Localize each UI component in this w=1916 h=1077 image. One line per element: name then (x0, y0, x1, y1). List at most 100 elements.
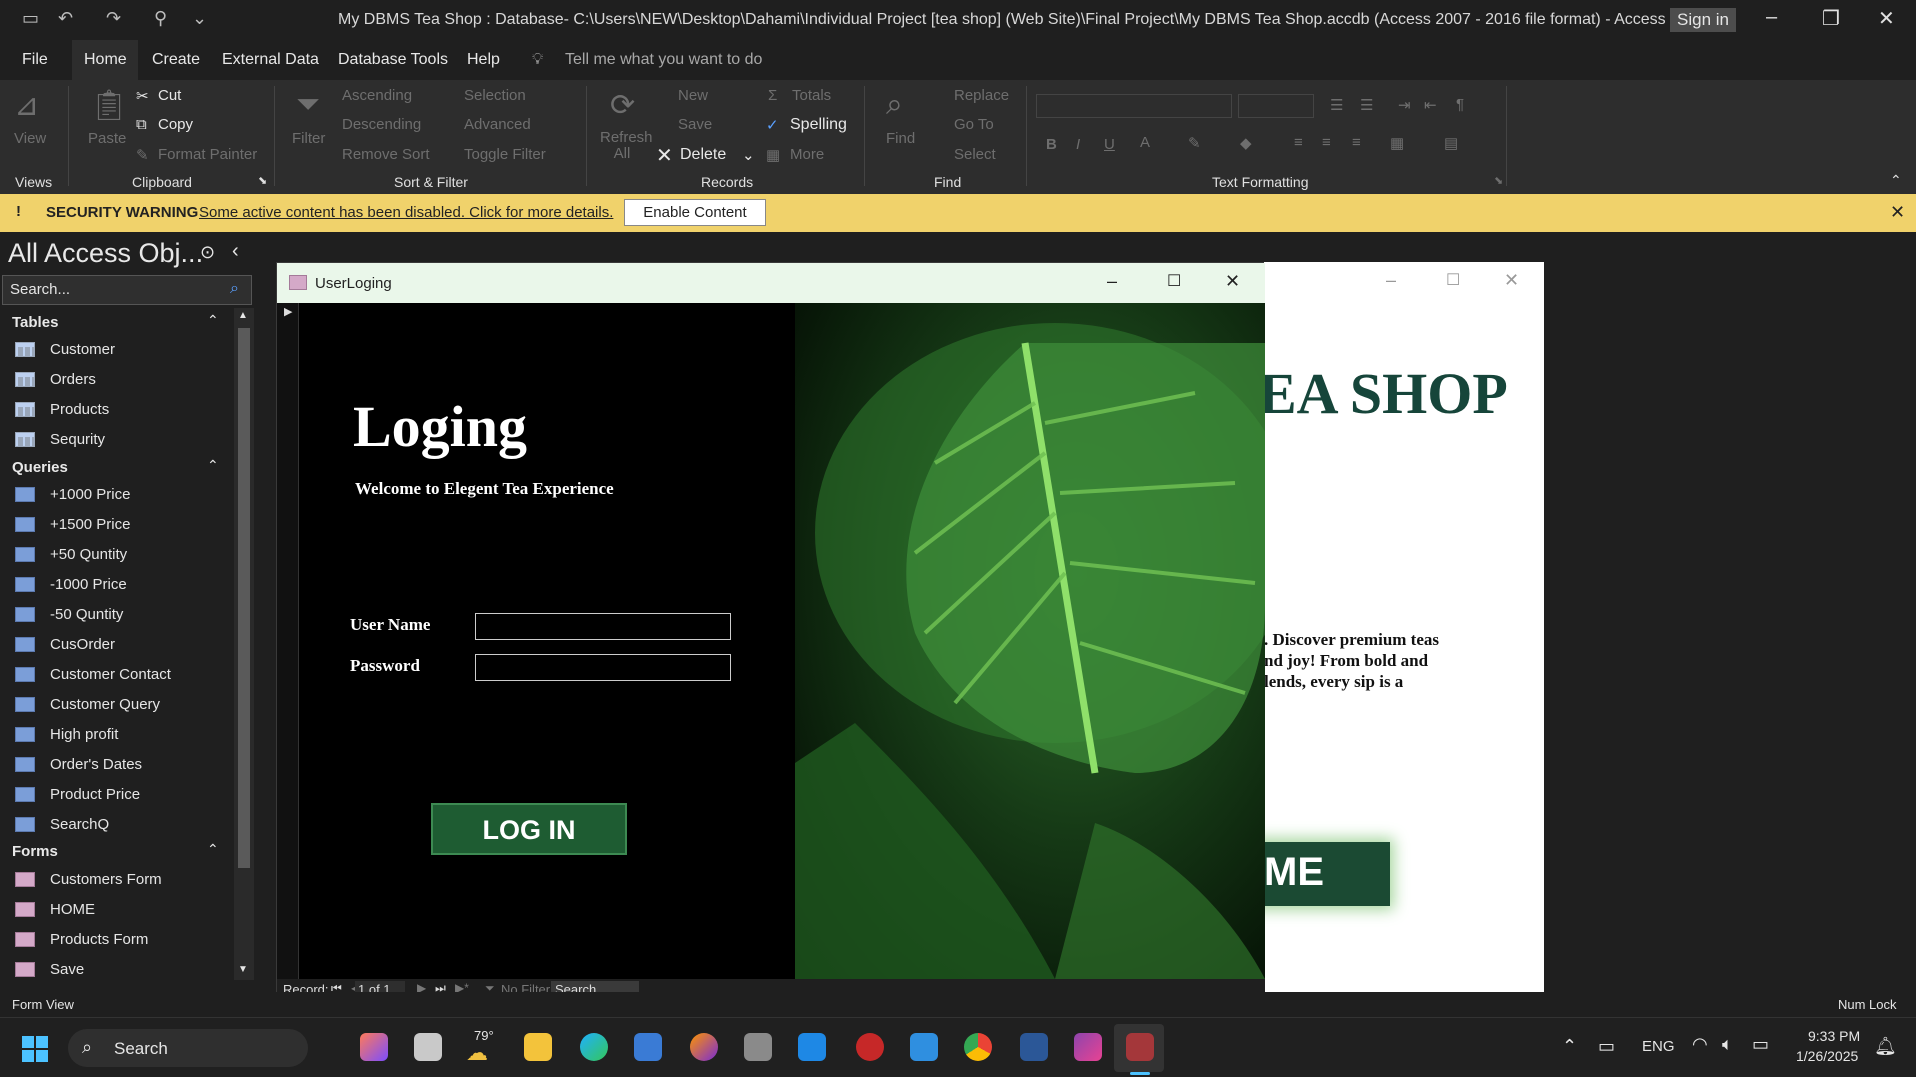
volume-icon[interactable]: 🔈︎ (1722, 1034, 1733, 1055)
scroll-thumb[interactable] (238, 328, 250, 868)
numbering-icon[interactable]: ☰ (1360, 96, 1373, 114)
ascending-button[interactable]: Ascending (342, 87, 412, 104)
minimize-icon[interactable]: – (1766, 6, 1777, 29)
edge-icon[interactable] (580, 1033, 608, 1061)
home-maximize-icon[interactable]: ☐ (1446, 270, 1460, 290)
spelling-button[interactable]: Spelling (790, 116, 847, 134)
text-formatting-launcher-icon[interactable]: ⬊ (1494, 174, 1503, 187)
toggle-filter-button[interactable]: Toggle Filter (464, 146, 546, 163)
tab-create[interactable]: Create (152, 51, 200, 69)
password-field[interactable] (475, 654, 731, 681)
alternate-row-icon[interactable]: ▤ (1444, 134, 1458, 152)
clock-time[interactable]: 9:33 PM (1808, 1028, 1860, 1044)
more-button[interactable]: More (790, 146, 824, 163)
restore-icon[interactable]: ❐ (1822, 6, 1840, 31)
collapse-queries-icon[interactable]: ⌃ (207, 457, 219, 474)
cut-button[interactable]: Cut (158, 87, 181, 104)
align-center-icon[interactable]: ≡ (1322, 134, 1331, 151)
selection-button[interactable]: Selection (464, 87, 526, 104)
nav-item-query[interactable]: Order's Dates (50, 756, 142, 773)
sign-in-button[interactable]: Sign in (1670, 8, 1736, 32)
pin-icon[interactable]: ⚲ (154, 8, 167, 29)
close-warning-icon[interactable]: ✕ (1890, 202, 1905, 223)
weather-icon[interactable]: ☁ (466, 1040, 488, 1066)
refresh-all-button[interactable]: Refresh All (600, 130, 653, 162)
delete-button[interactable]: Delete (680, 146, 726, 164)
login-minimize-icon[interactable]: – (1107, 271, 1117, 292)
nav-scrollbar[interactable]: ▲ ▼ (234, 308, 254, 980)
chrome-icon[interactable] (964, 1033, 992, 1061)
word-icon[interactable] (1020, 1033, 1048, 1061)
nav-pane-title[interactable]: All Access Obj... (8, 238, 203, 269)
collapse-ribbon-icon[interactable]: ⌃ (1890, 172, 1902, 189)
replace-button[interactable]: Replace (954, 87, 1009, 104)
align-right-icon[interactable]: ≡ (1352, 134, 1361, 151)
wifi-icon[interactable]: ◠ (1692, 1034, 1708, 1055)
nav-item-query[interactable]: High profit (50, 726, 118, 743)
start-button[interactable] (22, 1036, 48, 1062)
find-button[interactable]: Find (886, 130, 915, 147)
nav-item-query[interactable]: -1000 Price (50, 576, 127, 593)
home-close-icon[interactable]: ✕ (1504, 270, 1519, 291)
collapse-tables-icon[interactable]: ⌃ (207, 312, 219, 329)
save-record-button[interactable]: Save (678, 116, 712, 133)
enable-content-button[interactable]: Enable Content (624, 199, 766, 226)
nav-item-query[interactable]: -50 Quntity (50, 606, 123, 623)
underline-icon[interactable]: U (1104, 136, 1115, 153)
nav-item-orders[interactable]: Orders (50, 371, 96, 388)
nav-item-query[interactable]: +1000 Price (50, 486, 130, 503)
collapse-forms-icon[interactable]: ⌃ (207, 841, 219, 858)
copilot-icon[interactable] (360, 1033, 388, 1061)
font-name-select[interactable] (1036, 94, 1232, 118)
paste-button[interactable]: Paste (88, 130, 126, 147)
defender-icon[interactable] (798, 1033, 826, 1061)
nav-item-customer[interactable]: Customer (50, 341, 115, 358)
italic-icon[interactable]: I (1076, 136, 1080, 153)
file-explorer-icon[interactable] (524, 1033, 552, 1061)
advanced-button[interactable]: Advanced (464, 116, 531, 133)
access-icon[interactable] (1126, 1033, 1154, 1061)
nav-item-form[interactable]: HOME (50, 901, 95, 918)
fill-color-icon[interactable]: ◆ (1240, 134, 1252, 152)
task-view-icon[interactable] (414, 1033, 442, 1061)
tablet-icon[interactable]: ▭ (1598, 1036, 1615, 1057)
clipchamp-icon[interactable] (1074, 1033, 1102, 1061)
totals-button[interactable]: Totals (792, 87, 831, 104)
clipboard-launcher-icon[interactable]: ⬊ (258, 174, 267, 187)
descending-button[interactable]: Descending (342, 116, 421, 133)
login-button[interactable]: LOG IN (431, 803, 627, 855)
tables-header[interactable]: Tables (12, 314, 58, 331)
battery-icon[interactable]: ▭ (1752, 1034, 1769, 1055)
nav-menu-icon[interactable]: ⊙ (200, 242, 215, 263)
font-color-icon[interactable]: A (1140, 134, 1150, 151)
record-selector[interactable]: ▶ (277, 303, 299, 979)
tab-help[interactable]: Help (467, 51, 500, 69)
filter-button[interactable]: Filter (292, 130, 325, 147)
username-field[interactable] (475, 613, 731, 640)
highlight-icon[interactable]: ✎ (1188, 134, 1201, 152)
language-indicator[interactable]: ENG (1642, 1038, 1675, 1055)
paragraph-icon[interactable]: ¶ (1456, 96, 1464, 113)
search-icon[interactable]: ⌕ (230, 280, 239, 298)
tell-me-search[interactable]: Tell me what you want to do (565, 51, 762, 69)
store-icon[interactable] (634, 1033, 662, 1061)
nav-item-query[interactable]: CusOrder (50, 636, 115, 653)
login-close-icon[interactable]: ✕ (1225, 271, 1240, 292)
nav-item-query[interactable]: +50 Quntity (50, 546, 127, 563)
remove-sort-button[interactable]: Remove Sort (342, 146, 430, 163)
login-maximize-icon[interactable]: ☐ (1167, 271, 1181, 291)
tab-home-label[interactable]: Home (84, 51, 127, 69)
taskbar-search-box[interactable]: ⌕ Search (68, 1029, 308, 1067)
home-minimize-icon[interactable]: – (1386, 270, 1396, 291)
camera-icon[interactable] (744, 1033, 772, 1061)
nav-search-input[interactable]: Search... (2, 275, 252, 305)
font-size-select[interactable] (1238, 94, 1314, 118)
copy-button[interactable]: Copy (158, 116, 193, 133)
security-details-link[interactable]: Some active content has been disabled. C… (199, 204, 613, 221)
notification-icon[interactable]: 🔔︎ (1874, 1036, 1897, 1057)
select-button[interactable]: Select (954, 146, 996, 163)
customize-qat-icon[interactable]: ⌄ (192, 8, 207, 29)
delete-dropdown-icon[interactable]: ⌄ (742, 146, 755, 164)
vscode-icon[interactable] (910, 1033, 938, 1061)
forms-header[interactable]: Forms (12, 843, 58, 860)
